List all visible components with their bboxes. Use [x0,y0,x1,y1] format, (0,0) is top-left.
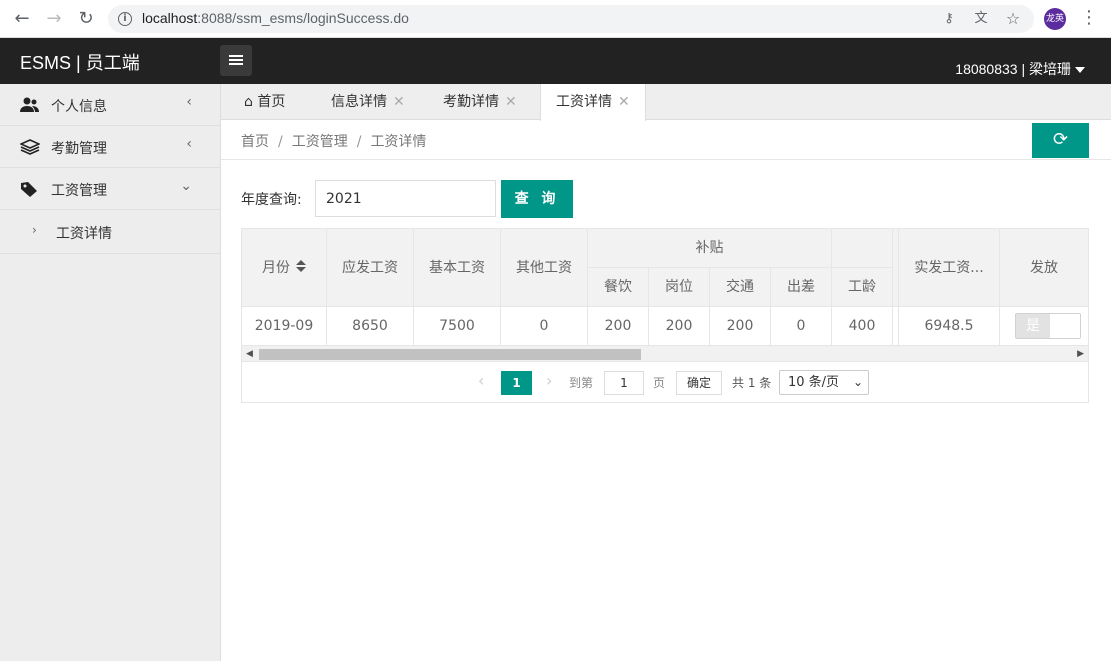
cell-issued: 是 [1000,307,1088,346]
page-size-select[interactable]: 10 条/页 ⌄ [779,370,869,395]
year-query-label: 年度查询: [241,192,302,208]
goto-page-input[interactable]: 1 [604,371,644,395]
tab-attendance-detail[interactable]: 考勤详情 ✕ [443,84,517,120]
url-text[interactable]: localhost:8088/ssm_esms/loginSuccess.do [142,10,409,26]
col-header-other: 其他工资 [501,229,588,307]
next-page-icon[interactable]: › [546,371,552,390]
chevron-left-icon: ‹ [186,94,192,110]
cell-base: 7500 [414,307,501,346]
col-header-traffic: 交通 [710,268,771,307]
goto-confirm-button[interactable]: 确定 [676,371,722,395]
sidebar: 个人信息 ‹ 考勤管理 ‹ 工资管理 ⌄ › 工资详情 [0,84,221,661]
user-group-icon [20,97,40,113]
hamburger-icon [229,55,243,57]
col-header-base: 基本工资 [414,229,501,307]
chevron-down-icon: ⌄ [180,178,192,194]
col-header-travel: 出差 [771,268,832,307]
sidebar-item-personal-info[interactable]: 个人信息 ‹ [0,84,220,126]
query-button[interactable]: 查 询 [501,180,573,218]
more-menu-icon[interactable]: ⋮ [1080,8,1098,30]
browser-toolbar: ← → ↻ i localhost:8088/ssm_esms/loginSuc… [0,0,1111,38]
year-query-input[interactable] [315,180,496,217]
col-header-issued: 发放 [1000,229,1088,307]
issued-toggle[interactable]: 是 [1015,313,1081,339]
prev-page-icon[interactable]: ‹ [478,371,484,390]
key-icon[interactable]: ⚷ [940,10,958,28]
col-header-post: 岗位 [649,268,710,307]
cell-post: 200 [649,307,710,346]
tag-icon [20,181,40,197]
home-icon: ⌂ [244,94,253,110]
refresh-icon: ⟳ [1052,129,1069,150]
reload-icon[interactable]: ↻ [76,9,96,29]
col-header-spacer [832,229,893,268]
tab-bar: ⌂ 首页 信息详情 ✕ 考勤详情 ✕ 工资详情 ✕ [221,84,1111,121]
cell-meal: 200 [588,307,649,346]
chevron-left-icon: ‹ [186,136,192,152]
cell-net: 6948.5 [899,307,1000,346]
close-icon[interactable]: ✕ [505,94,517,110]
col-header-seniority: 工龄 [832,268,893,307]
back-arrow-icon[interactable]: ← [12,9,32,29]
sidebar-item-attendance[interactable]: 考勤管理 ‹ [0,126,220,168]
chevron-right-icon: › [32,223,37,237]
address-bar[interactable]: i localhost:8088/ssm_esms/loginSuccess.d… [108,5,1034,33]
col-header-subsidy: 补贴 [588,229,832,268]
horizontal-scrollbar[interactable]: ◀ ▶ [242,346,1088,362]
col-header-gross: 应发工资 [327,229,414,307]
cell-traffic: 200 [710,307,771,346]
info-icon[interactable]: i [118,12,132,26]
scroll-left-icon[interactable]: ◀ [246,346,253,362]
cell-gross: 8650 [327,307,414,346]
breadcrumb: 首页 / 工资管理 / 工资详情 [241,134,427,150]
forward-arrow-icon[interactable]: → [44,9,64,29]
translate-icon[interactable]: 文 [972,10,990,28]
page-unit-label: 页 [653,376,666,390]
scrollbar-thumb[interactable] [259,349,641,360]
refresh-button[interactable]: ⟳ [1032,123,1089,158]
chevron-down-icon: ⌄ [852,375,863,389]
cell-month: 2019-09 [242,307,327,346]
current-page[interactable]: 1 [501,371,532,395]
app-header: ESMS | 员工端 18080833 | 梁培珊 [0,38,1111,84]
goto-label: 到第 [569,376,594,390]
col-header-net: 实发工资... [899,229,1000,307]
cell-travel: 0 [771,307,832,346]
layers-icon [19,139,41,155]
col-header-month[interactable]: 月份 [242,229,327,307]
sidebar-subitem-salary-detail[interactable]: › 工资详情 [0,210,220,254]
salary-table: 月份 应发工资 基本工资 其他工资 补贴 餐饮 岗位 交通 出差 工龄 实发工资… [241,228,1089,403]
tab-info-detail[interactable]: 信息详情 ✕ [331,84,405,120]
breadcrumb-salary-detail: 工资详情 [370,134,427,150]
close-icon[interactable]: ✕ [618,94,630,110]
issued-toggle-label: 是 [1016,314,1050,338]
app-title: ESMS | 员工端 [20,53,140,73]
sort-icon[interactable] [296,260,306,272]
close-icon[interactable]: ✕ [393,94,405,110]
col-header-meal: 餐饮 [588,268,649,307]
cell-other: 0 [501,307,588,346]
user-menu[interactable]: 18080833 | 梁培珊 [955,59,1085,79]
breadcrumb-home[interactable]: 首页 [241,134,269,150]
breadcrumb-salary[interactable]: 工资管理 [292,134,348,150]
bookmark-star-icon[interactable]: ☆ [1004,10,1022,28]
pagination: ‹ 1 › 到第 1 页 确定 共 1 条 10 条/页 ⌄ [242,363,1088,403]
tab-salary-detail[interactable]: 工资详情 ✕ [540,84,646,121]
user-name: 18080833 | 梁培珊 [955,61,1071,77]
tab-home[interactable]: ⌂ 首页 [244,84,285,120]
caret-down-icon [1075,67,1085,74]
cell-seniority: 400 [832,307,893,346]
sidebar-item-salary[interactable]: 工资管理 ⌄ [0,168,220,210]
breadcrumb-row: 首页 / 工资管理 / 工资详情 ⟳ [221,120,1111,160]
sidebar-toggle-button[interactable] [220,45,252,76]
scroll-right-icon[interactable]: ▶ [1077,346,1084,362]
total-count: 共 1 条 [732,376,772,390]
profile-avatar[interactable]: 龙英 [1044,8,1066,30]
